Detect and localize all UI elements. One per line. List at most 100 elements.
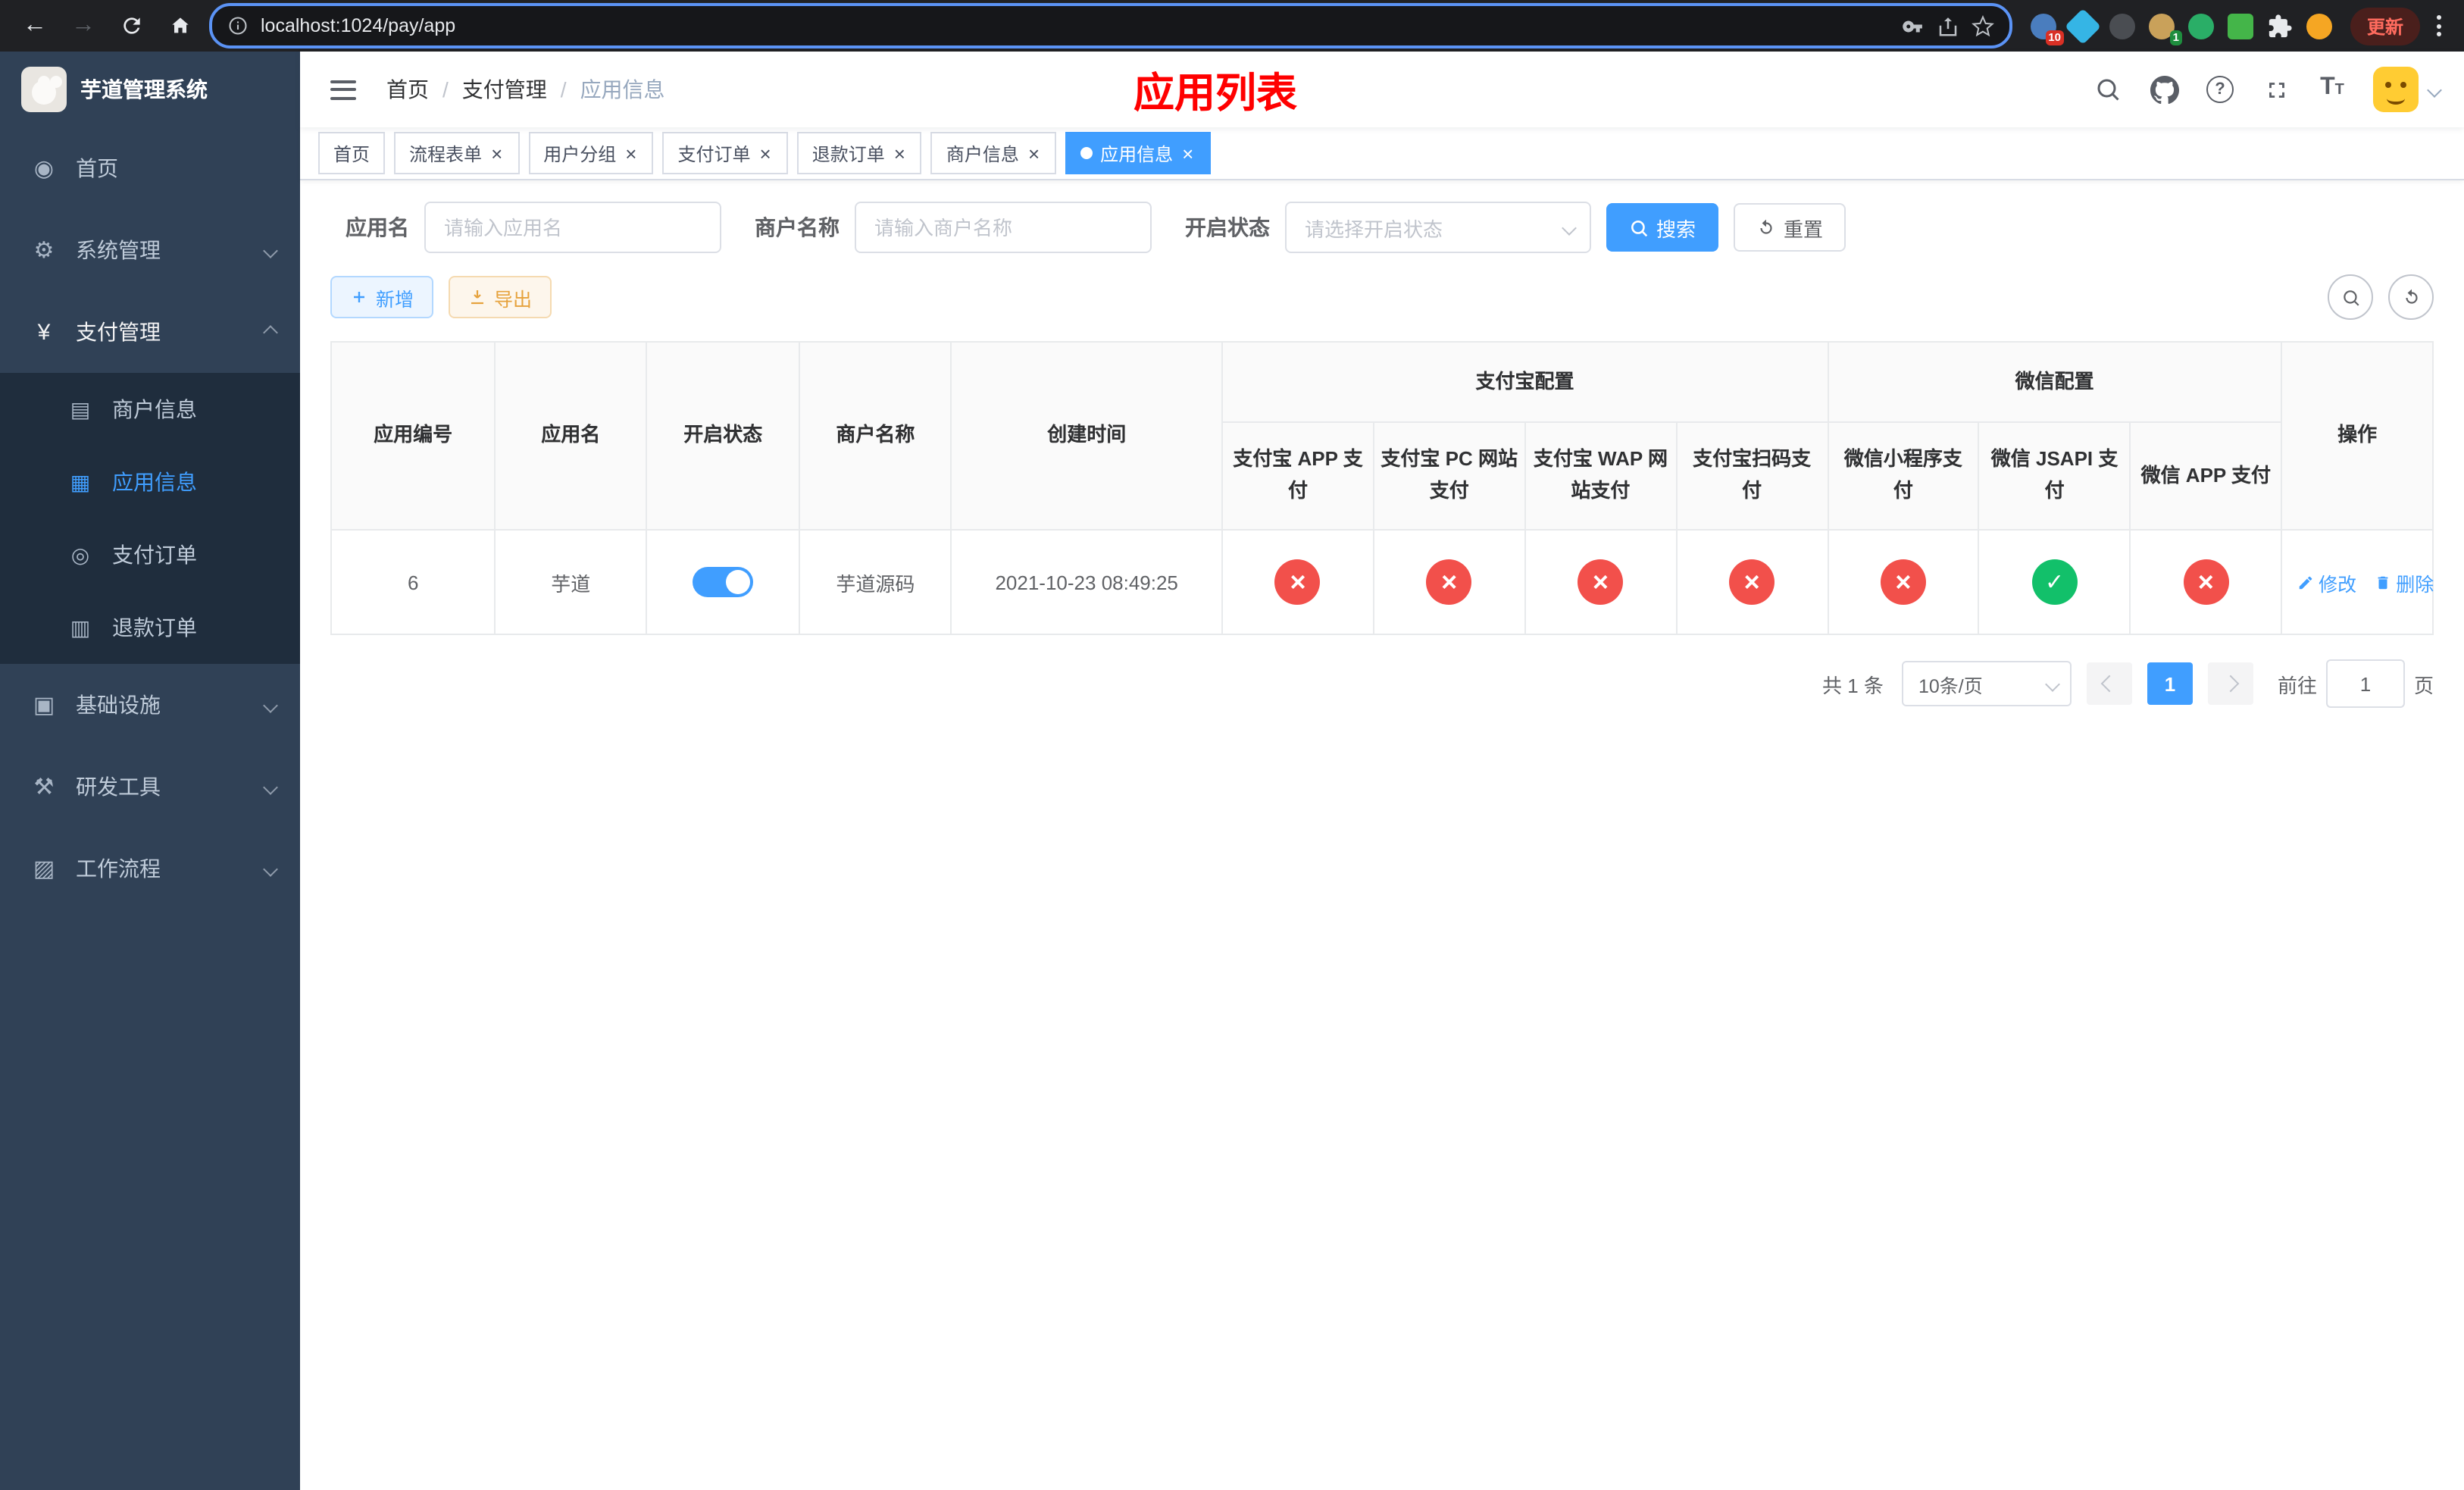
- sidebar-item-pay-order[interactable]: ◎ 支付订单: [0, 518, 300, 591]
- forward-icon[interactable]: →: [64, 6, 103, 45]
- extensions-puzzle-icon[interactable]: [2267, 13, 2293, 39]
- goto-page-input[interactable]: [2325, 659, 2405, 708]
- sidebar-item-refund-order[interactable]: ▥ 退款订单: [0, 591, 300, 664]
- breadcrumb-payment[interactable]: 支付管理: [462, 74, 547, 105]
- tab-label: 退款订单: [811, 143, 885, 164]
- sidebar-logo[interactable]: 芋道管理系统: [0, 52, 300, 127]
- browser-update-button[interactable]: 更新: [2350, 7, 2420, 45]
- sidebar-item-merchant-info[interactable]: ▤ 商户信息: [0, 373, 300, 446]
- page-number-button[interactable]: 1: [2147, 662, 2193, 705]
- extension-icon-4[interactable]: 1: [2148, 13, 2182, 45]
- close-icon[interactable]: ×: [489, 143, 504, 163]
- breadcrumb: 首页 / 支付管理 / 应用信息: [386, 74, 665, 105]
- sidebar-item-label: 商户信息: [112, 397, 197, 421]
- extension-icon-6[interactable]: [2227, 13, 2253, 39]
- filter-form: 应用名 商户名称 开启状态 请选择开启状态 搜索 重置: [330, 202, 2434, 253]
- alipay-app-status-icon: [1274, 559, 1321, 605]
- export-button[interactable]: 导出: [449, 276, 552, 318]
- col-wx-jsapi: 微信 JSAPI 支付: [1978, 421, 2131, 531]
- user-avatar: [2373, 67, 2419, 112]
- tab-home[interactable]: 首页: [318, 132, 386, 174]
- col-alipay-app: 支付宝 APP 支付: [1221, 421, 1374, 531]
- tab-merchant-info[interactable]: 商户信息 ×: [930, 132, 1057, 174]
- close-icon[interactable]: ×: [758, 143, 773, 163]
- col-merchant: 商户名称: [799, 341, 952, 531]
- col-wx-app: 微信 APP 支付: [2129, 421, 2283, 531]
- sidebar-item-label: 研发工具: [76, 775, 161, 799]
- browser-toolbar: ← → localhost:1024/pay/app 10 1 更新: [0, 0, 2464, 52]
- merchant-name-input[interactable]: [855, 202, 1152, 253]
- close-icon[interactable]: ×: [893, 143, 907, 163]
- toggle-search-button[interactable]: [2328, 274, 2373, 320]
- sidebar-item-label: 支付订单: [112, 543, 197, 567]
- reload-icon[interactable]: [112, 6, 152, 45]
- site-info-icon[interactable]: [227, 15, 249, 36]
- bookmark-star-icon[interactable]: [1972, 14, 1994, 37]
- help-icon[interactable]: ?: [2205, 74, 2235, 105]
- breadcrumb-home[interactable]: 首页: [386, 74, 429, 105]
- delete-link[interactable]: 删除: [2375, 568, 2434, 596]
- home-icon[interactable]: [161, 6, 200, 45]
- status-select[interactable]: 请选择开启状态: [1285, 202, 1591, 253]
- tab-app-info[interactable]: 应用信息 ×: [1065, 132, 1211, 174]
- address-bar[interactable]: localhost:1024/pay/app: [209, 3, 2012, 49]
- font-size-icon[interactable]: TT: [2317, 74, 2347, 105]
- close-icon[interactable]: ×: [624, 143, 638, 163]
- search-button[interactable]: 搜索: [1606, 203, 1719, 252]
- extension-badge-2: 1: [2169, 30, 2182, 45]
- sidebar-item-dev-tools[interactable]: ⚒ 研发工具: [0, 746, 300, 828]
- profile-avatar-icon[interactable]: [2306, 13, 2332, 39]
- extension-icon-5[interactable]: [2187, 13, 2214, 39]
- edit-link[interactable]: 修改: [2297, 568, 2356, 596]
- add-button[interactable]: 新增: [330, 276, 434, 318]
- monitor-icon: ▣: [33, 693, 55, 718]
- sidebar-item-infrastructure[interactable]: ▣ 基础设施: [0, 664, 300, 746]
- chevron-down-icon: [263, 861, 278, 876]
- tab-process-form[interactable]: 流程表单 ×: [394, 132, 520, 174]
- tab-pay-order[interactable]: 支付订单 ×: [662, 132, 788, 174]
- app-name-input[interactable]: [424, 202, 721, 253]
- table-row: 6 芋道 芋道源码 2021-10-23 08:49:25 × × × × × …: [330, 529, 2434, 635]
- sidebar-item-workflow[interactable]: ▨ 工作流程: [0, 828, 300, 909]
- table-toolbar: 新增 导出: [330, 274, 2434, 320]
- cell-merchant: 芋道源码: [799, 529, 952, 635]
- next-page-button[interactable]: [2207, 662, 2253, 705]
- prev-page-button[interactable]: [2086, 662, 2132, 705]
- col-alipay-wap: 支付宝 WAP 网站支付: [1524, 421, 1678, 531]
- hamburger-icon[interactable]: [324, 74, 362, 105]
- github-icon[interactable]: [2149, 74, 2179, 105]
- sidebar-item-app-info[interactable]: ▦ 应用信息: [0, 446, 300, 518]
- tab-user-group[interactable]: 用户分组 ×: [528, 132, 654, 174]
- goto-label: 前往: [2277, 674, 2317, 696]
- user-menu[interactable]: [2373, 67, 2442, 112]
- col-actions: 操作: [2281, 341, 2434, 531]
- close-icon[interactable]: ×: [1180, 143, 1195, 163]
- back-icon[interactable]: ←: [15, 6, 55, 45]
- refresh-button[interactable]: [2388, 274, 2434, 320]
- reset-button[interactable]: 重置: [1734, 203, 1846, 252]
- top-navbar: 首页 / 支付管理 / 应用信息 应用列表 ? T T: [300, 52, 2464, 127]
- close-icon[interactable]: ×: [1027, 143, 1041, 163]
- total-count: 共 1 条: [1822, 674, 1884, 696]
- sidebar-item-label: 工作流程: [76, 856, 161, 881]
- sidebar-item-home[interactable]: ◉ 首页: [0, 127, 300, 209]
- col-group-wechat: 微信配置: [1827, 341, 2283, 423]
- search-icon[interactable]: [2093, 74, 2123, 105]
- page-content: 应用名 商户名称 开启状态 请选择开启状态 搜索 重置: [300, 180, 2464, 1490]
- sidebar-item-payment[interactable]: ¥ 支付管理: [0, 291, 300, 373]
- page-size-select[interactable]: 10条/页: [1901, 661, 2072, 706]
- wechat-app-status-icon: [2183, 559, 2229, 605]
- extension-icon-3[interactable]: [2109, 13, 2135, 39]
- cell-app-name: 芋道: [494, 529, 648, 635]
- sidebar-item-system[interactable]: ⚙ 系统管理: [0, 209, 300, 291]
- password-key-icon[interactable]: [1902, 14, 1925, 37]
- fullscreen-icon[interactable]: [2261, 74, 2291, 105]
- url-text: localhost:1024/pay/app: [261, 15, 456, 36]
- browser-menu-icon[interactable]: [2429, 15, 2449, 36]
- share-icon[interactable]: [1937, 14, 1959, 37]
- tab-refund-order[interactable]: 退款订单 ×: [796, 132, 922, 174]
- extension-icon-2[interactable]: [2064, 7, 2102, 45]
- page-size-value: 10条/页: [1918, 675, 1983, 696]
- status-toggle[interactable]: [693, 567, 754, 597]
- extension-icon-1[interactable]: 10: [2030, 13, 2064, 45]
